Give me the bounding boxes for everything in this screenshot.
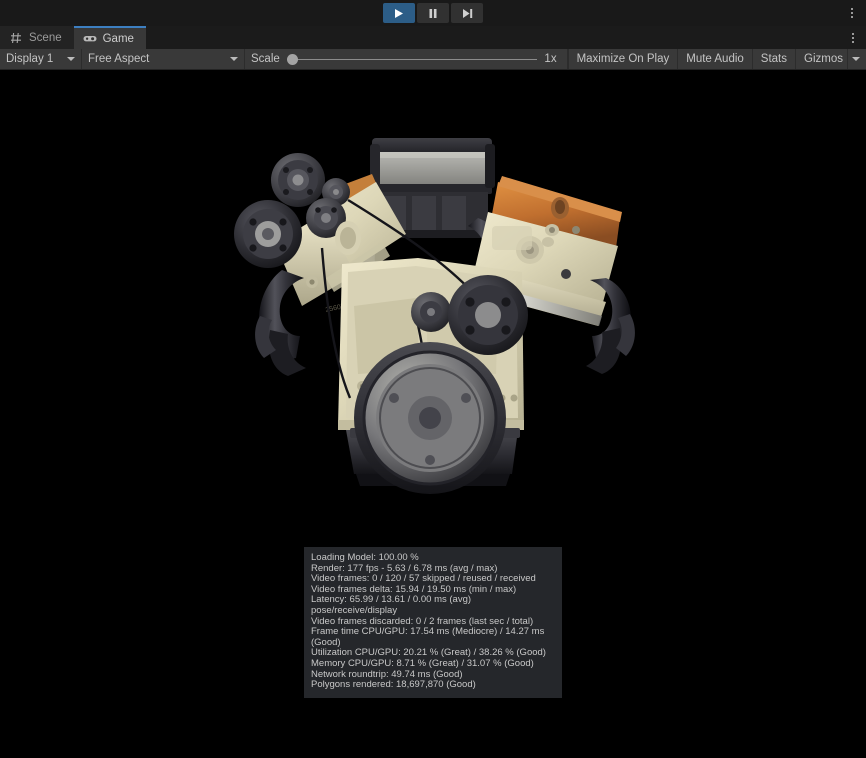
game-view-viewport[interactable]: 25607831: [0, 70, 866, 758]
maximize-on-play-button[interactable]: Maximize On Play: [569, 49, 679, 69]
play-button[interactable]: [383, 3, 415, 23]
scale-slider-handle[interactable]: [287, 54, 298, 65]
step-forward-icon: [462, 8, 473, 19]
harmonic-balancer: [354, 342, 506, 494]
game-view-toolbar: Display 1 Free Aspect Scale 1x Maximize …: [0, 49, 866, 70]
display-selector-label: Display 1: [6, 53, 53, 65]
gizmos-dropdown-button[interactable]: [847, 49, 866, 69]
scene-grid-icon: [9, 31, 23, 45]
chevron-down-icon: [852, 57, 860, 61]
engine-render: 25607831: [230, 130, 640, 510]
stats-line-frame-time: Frame time CPU/GPU: 17.54 ms (Mediocre) …: [311, 627, 555, 648]
scale-slider[interactable]: [287, 52, 538, 66]
unity-game-view-window: Scene Game Display 1 Free Aspect: [0, 0, 866, 758]
scale-control: Scale 1x: [245, 49, 568, 69]
pause-icon: [428, 8, 438, 19]
pause-button[interactable]: [417, 3, 449, 23]
chevron-down-icon: [230, 57, 238, 61]
chevron-down-icon: [67, 57, 75, 61]
gizmos-button[interactable]: Gizmos: [796, 49, 847, 69]
gizmos-label: Gizmos: [804, 53, 843, 65]
tab-more-options-icon[interactable]: [845, 28, 861, 48]
aspect-ratio-selector[interactable]: Free Aspect: [82, 49, 245, 69]
tab-game-label: Game: [103, 33, 134, 45]
mute-audio-label: Mute Audio: [686, 53, 744, 65]
aspect-ratio-label: Free Aspect: [88, 53, 149, 65]
playback-button-group: [383, 3, 483, 23]
playbar-more-options-icon[interactable]: [844, 0, 860, 26]
scale-slider-track: [287, 59, 538, 60]
toolbar-right-group: Maximize On Play Mute Audio Stats Gizmos: [568, 49, 866, 69]
stats-overlay-panel: Loading Model: 100.00 % Render: 177 fps …: [304, 547, 562, 698]
engine-3d-model: 25607831: [230, 130, 640, 510]
play-icon: [394, 8, 404, 19]
scale-label: Scale: [251, 53, 280, 65]
playback-toolbar: [0, 0, 866, 26]
stats-button[interactable]: Stats: [753, 49, 796, 69]
mute-audio-button[interactable]: Mute Audio: [678, 49, 753, 69]
tab-game[interactable]: Game: [74, 26, 146, 49]
stats-line-latency: Latency: 65.99 / 13.61 / 0.00 ms (avg) p…: [311, 595, 555, 616]
stats-label: Stats: [761, 53, 787, 65]
tab-scene[interactable]: Scene: [0, 26, 74, 49]
stats-line-polygons-rendered: Polygons rendered: 18,697,870 (Good): [311, 680, 555, 691]
scale-value: 1x: [544, 53, 558, 65]
engine-svg: 25607831: [230, 130, 640, 510]
gamepad-icon: [83, 32, 97, 46]
stats-line-memory: Memory CPU/GPU: 8.71 % (Great) / 31.07 %…: [311, 659, 555, 670]
maximize-on-play-label: Maximize On Play: [577, 53, 670, 65]
display-selector[interactable]: Display 1: [0, 49, 82, 69]
tab-scene-label: Scene: [29, 32, 62, 44]
stats-line-loading-model: Loading Model: 100.00 %: [311, 553, 555, 564]
panel-tab-bar: Scene Game: [0, 26, 866, 49]
accessory-pulleys: [234, 153, 361, 268]
step-forward-button[interactable]: [451, 3, 483, 23]
